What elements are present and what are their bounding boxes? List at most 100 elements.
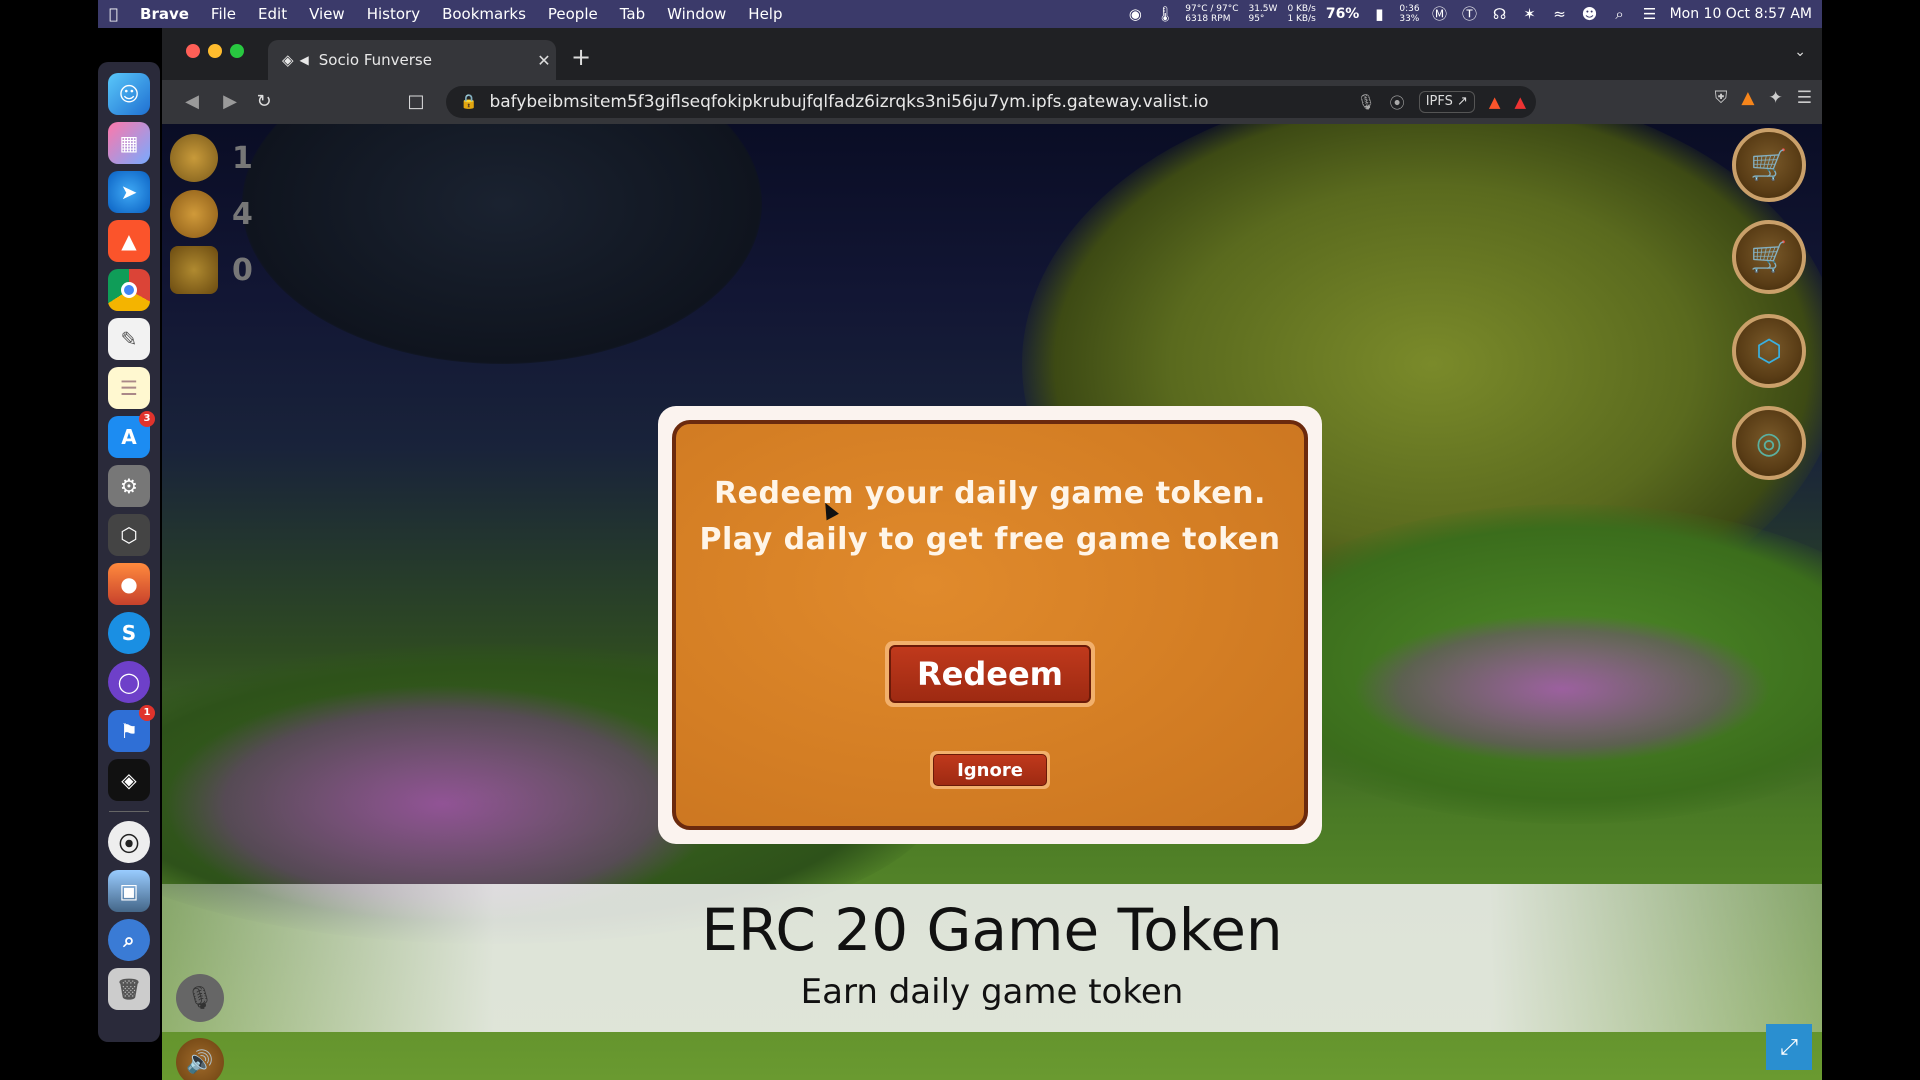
thermometer-icon: 🌡 <box>1155 5 1175 23</box>
battery-time-readout: 0:36 33% <box>1399 4 1419 24</box>
apple-icon[interactable]:  <box>109 5 118 23</box>
menu-bookmarks[interactable]: Bookmarks <box>442 5 526 23</box>
expand-icon: ⤢ <box>1780 1034 1798 1060</box>
ipfs-label: IPFS <box>1425 94 1453 109</box>
chevron-down-icon[interactable]: ⌄ <box>1794 44 1806 60</box>
mic-blocked-icon[interactable]: 🎙 <box>1357 93 1376 111</box>
menu-window[interactable]: Window <box>667 5 726 23</box>
tab-socio-funverse[interactable]: ◈ ◀ Socio Funverse ✕ <box>268 40 556 80</box>
bookmark-icon[interactable]: □ <box>402 88 430 116</box>
speaker-icon[interactable]: ◀ <box>300 53 309 67</box>
temp-readout: 97°C / 97°C 6318 RPM <box>1185 4 1238 24</box>
reload-button[interactable]: ↻ <box>250 88 278 116</box>
menu-view[interactable]: View <box>309 5 345 23</box>
tab-close-icon[interactable]: ✕ <box>532 51 556 70</box>
m-icon[interactable]: Ⓜ <box>1430 5 1450 23</box>
wifi-icon[interactable]: ≈ <box>1550 5 1570 23</box>
url-text[interactable]: bafybeibmsitem5f3giflseqfokipkrubujfqlfa… <box>489 92 1356 112</box>
extensions-puzzle-icon[interactable]: ✦ <box>1769 88 1783 108</box>
brave-icon[interactable]: ▲ <box>108 220 150 262</box>
menu-edit[interactable]: Edit <box>258 5 287 23</box>
forward-button[interactable]: ▶ <box>216 88 244 116</box>
purple-flowers-right <box>1352 614 1772 764</box>
screen:  Brave File Edit View History Bookmarks… <box>0 0 1920 1080</box>
address-bar-icons: 🎙 ⦿ IPFS ↗ ▲ ▲ <box>1357 91 1526 113</box>
unity-icon[interactable]: ◈ <box>108 759 150 801</box>
power-readout: 31.5W 95° <box>1248 4 1277 24</box>
bluetooth-icon[interactable]: ✶ <box>1520 5 1540 23</box>
power-temp-value: 95° <box>1248 14 1265 24</box>
back-button[interactable]: ◀ <box>178 88 206 116</box>
close-window-button[interactable] <box>186 44 200 58</box>
net-down-value: 1 KB/s <box>1287 14 1316 24</box>
trash-icon[interactable]: 🗑 <box>108 968 150 1010</box>
disk-utility-icon[interactable]: ⦿ <box>108 821 150 863</box>
trophy-count: 0 <box>232 252 253 288</box>
lock-icon[interactable]: 🔒 <box>460 94 477 110</box>
menu-help[interactable]: Help <box>748 5 782 23</box>
app-store-badge: 3 <box>139 411 155 427</box>
menu-people[interactable]: People <box>548 5 598 23</box>
launchpad-icon[interactable]: ▦ <box>108 122 150 164</box>
cart-icon: 🛒 <box>1750 147 1788 183</box>
game-canvas[interactable]: 1 4 0 🛒 🛒 ⬡ ◎ Redeem your daily game tok… <box>162 124 1822 1080</box>
screenshot-app-icon[interactable]: ▣ <box>108 870 150 912</box>
menu-hamburger-icon[interactable]: ☰ <box>1797 88 1812 108</box>
unity-hub-icon[interactable]: ⬡ <box>108 514 150 556</box>
safari-icon[interactable]: ➤ <box>108 171 150 213</box>
brave-rewards-icon[interactable]: ▲ <box>1514 93 1526 111</box>
dock: ☺ ▦ ➤ ▲ ✎ ☰ A3 ⚙ ⬡ ● S ◯ ⚑ 1 ◈ ⦿ ▣ ⌕ 🗑 <box>98 62 160 1042</box>
dialog-panel: Redeem your daily game token. Play daily… <box>672 420 1308 830</box>
notes-icon[interactable]: ☰ <box>108 367 150 409</box>
shield-extension-icon[interactable]: ⛨ <box>1715 88 1728 108</box>
microphone-muted-icon: 🎙 <box>186 985 214 1011</box>
daily-token-dialog: Redeem your daily game token. Play daily… <box>658 406 1322 844</box>
ignore-button[interactable]: Ignore <box>933 754 1047 786</box>
microphone-mute-button[interactable]: 🎙 <box>176 974 224 1022</box>
magnifier-app-icon[interactable]: ⌕ <box>108 919 150 961</box>
zoom-window-button[interactable] <box>230 44 244 58</box>
shop-cart-button[interactable]: 🛒 <box>1732 128 1806 202</box>
headphones-icon[interactable]: ☊ <box>1490 5 1510 23</box>
feedback-assistant-icon[interactable]: ⚑ 1 <box>108 705 155 752</box>
menu-history[interactable]: History <box>367 5 420 23</box>
metamask-fox-icon[interactable]: ▲ <box>1741 88 1754 108</box>
search-icon[interactable]: ⌕ <box>1610 5 1630 23</box>
menu-app-name[interactable]: Brave <box>140 5 189 23</box>
redeem-button[interactable]: Redeem <box>889 645 1091 703</box>
skype-icon[interactable]: S <box>108 612 150 654</box>
brave-shields-icon[interactable]: ▲ <box>1489 93 1501 111</box>
menu-file[interactable]: File <box>211 5 236 23</box>
trophy-icon <box>170 246 218 294</box>
shop-cart-button-2[interactable]: 🛒 <box>1732 220 1806 294</box>
control-center-icon[interactable]: ☰ <box>1640 5 1660 23</box>
record-icon[interactable]: ◉ <box>1125 5 1145 23</box>
minimize-window-button[interactable] <box>208 44 222 58</box>
finder-icon[interactable]: ☺ <box>108 73 150 115</box>
hexagon-button[interactable]: ⬡ <box>1732 314 1806 388</box>
temp-value: 97°C / 97°C <box>1185 4 1239 14</box>
new-tab-button[interactable]: + <box>566 42 596 72</box>
globe-button[interactable]: ◎ <box>1732 406 1806 480</box>
script-editor-icon[interactable]: ✎ <box>108 318 150 360</box>
t-icon[interactable]: Ⓣ <box>1460 5 1480 23</box>
menu-status-area: ◉ 🌡 97°C / 97°C 6318 RPM 31.5W 95° 0 KB/s 1… <box>1125 0 1812 28</box>
caption-subtitle: Earn daily game token <box>800 972 1184 1012</box>
broadcast-icon[interactable]: ⦿ <box>1390 92 1405 113</box>
system-preferences-icon[interactable]: ⚙ <box>108 465 150 507</box>
address-bar[interactable]: 🔒 bafybeibmsitem5f3giflseqfokipkrubujfql… <box>446 86 1536 118</box>
chrome-icon[interactable] <box>108 269 150 311</box>
menu-tab[interactable]: Tab <box>620 5 645 23</box>
ipfs-button[interactable]: IPFS ↗ <box>1418 91 1475 113</box>
tab-title: Socio Funverse <box>318 51 432 69</box>
fullscreen-button[interactable]: ⤢ <box>1766 1024 1812 1070</box>
blender-icon[interactable]: ● <box>108 563 150 605</box>
github-desktop-icon[interactable]: ◯ <box>108 661 150 703</box>
menu-clock[interactable]: Mon 10 Oct 8:57 AM <box>1670 6 1812 22</box>
app-store-icon[interactable]: A3 <box>108 411 155 458</box>
sound-button[interactable]: 🔊 <box>176 1038 224 1080</box>
coin-icon <box>170 190 218 238</box>
user-icon[interactable]: ☻ <box>1580 5 1600 23</box>
rpm-value: 6318 RPM <box>1185 14 1231 24</box>
feedback-badge: 1 <box>139 705 155 721</box>
